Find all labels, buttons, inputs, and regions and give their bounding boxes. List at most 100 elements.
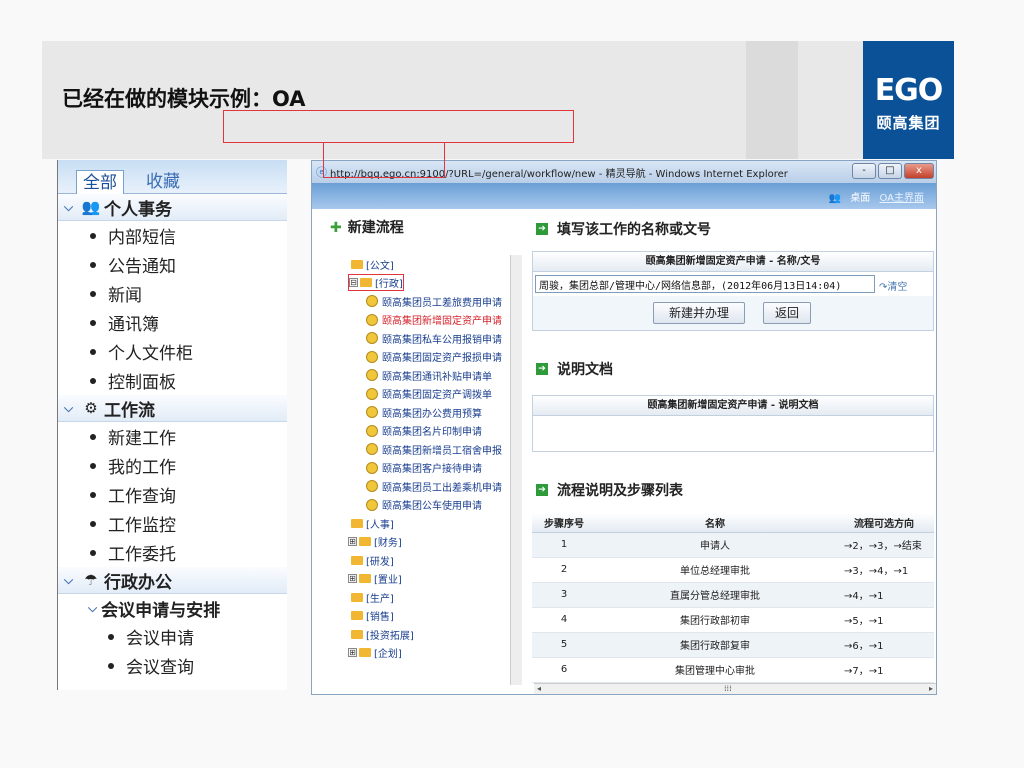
section-admin-office[interactable]: ⌵ ☂ 行政办公	[58, 567, 287, 594]
nav-item-work-query[interactable]: 工作查询	[58, 480, 287, 509]
tree-category[interactable]: [销售]	[340, 607, 524, 626]
workflow-icon	[366, 443, 378, 456]
tree-workflow-item[interactable]: 颐高集团员工出差乘机申请	[340, 477, 524, 496]
close-button[interactable]: x	[904, 163, 934, 179]
maximize-button[interactable]: □	[878, 163, 902, 179]
tree-category[interactable]: [人事]	[340, 514, 524, 533]
tree-node-label: [销售]	[366, 612, 394, 624]
tree-workflow-item[interactable]: 颐高集团新增员工宿舍申报	[340, 440, 524, 459]
scroll-left-icon[interactable]: ◂	[537, 684, 541, 693]
tree-category[interactable]: [公文]	[340, 255, 524, 274]
bullet-icon	[108, 633, 114, 640]
steps-panel: 步骤序号 名称 流程可选方向 1 申请人 →2，→3，→结束 2 单位总经理审批 →3，→…	[532, 513, 934, 683]
tree-node: 颐高集团员工出差乘机申请	[366, 479, 502, 494]
folder-icon	[359, 537, 371, 547]
tree-category[interactable]: ⊟ [行政]	[340, 274, 524, 293]
tree-category[interactable]: [生产]	[340, 588, 524, 607]
tree-node: 颐高集团固定资产报损申请	[366, 349, 502, 364]
tree-workflow-item[interactable]: 颐高集团名片印制申请	[340, 422, 524, 441]
horizontal-scrollbar[interactable]: ◂ ⁞⁞⁞ ▸	[534, 683, 936, 694]
tree-workflow-item[interactable]: 颐高集团私车公用报销申请	[340, 329, 524, 348]
workflow-form: ➔ 填写该工作的名称或文号 颐高集团新增固定资产申请 - 名称/文号 ↷清空 新建…	[524, 209, 936, 694]
nav-item-personal-files[interactable]: 个人文件柜	[58, 337, 287, 366]
scroll-grip-icon: ⁞⁞⁞	[724, 684, 732, 693]
tree-node-label: 颐高集团公车使用申请	[382, 501, 482, 513]
tree-scrollbar[interactable]	[510, 255, 522, 685]
oa-home-link[interactable]: OA主界面	[879, 193, 924, 204]
expand-icon[interactable]: ⊞	[348, 574, 357, 584]
expand-icon[interactable]: ⊞	[348, 537, 357, 547]
tab-all[interactable]: 全部	[76, 170, 124, 194]
tab-favorites[interactable]: 收藏	[140, 170, 186, 194]
tree-node: [销售]	[351, 608, 394, 623]
tree-category[interactable]: ⊞ [企划]	[340, 644, 524, 663]
workflow-icon	[366, 387, 378, 400]
table-row: 6 集团管理中心审批 →7，→1	[532, 657, 934, 683]
create-and-handle-button[interactable]: 新建并办理	[653, 302, 745, 324]
nav-item-new-work[interactable]: 新建工作	[58, 422, 287, 451]
tree-workflow-item[interactable]: 颐高集团员工差旅费用申请	[340, 292, 524, 311]
nav-item-announcements[interactable]: 公告通知	[58, 250, 287, 279]
arrow-right-icon: ➔	[536, 223, 548, 235]
slide-title: 已经在做的模块示例：OA	[62, 87, 306, 111]
nav-item-work-delegate[interactable]: 工作委托	[58, 538, 287, 567]
tree-workflow-item[interactable]: 颐高集团办公费用预算	[340, 403, 524, 422]
nav-item-work-monitor[interactable]: 工作监控	[58, 509, 287, 538]
section-label: 工作流	[104, 400, 155, 421]
nav-item-address-book[interactable]: 通讯簿	[58, 308, 287, 337]
tree-node: 颐高集团员工差旅费用申请	[366, 294, 502, 309]
name-panel: 颐高集团新增固定资产申请 - 名称/文号 ↷清空 新建并办理 返回	[532, 251, 934, 331]
clear-link[interactable]: ↷清空	[879, 278, 907, 293]
workflow-icon	[366, 332, 378, 345]
step-no-cell: 6	[532, 657, 596, 683]
expand-icon[interactable]: ⊞	[348, 648, 357, 658]
highlight-box-name-input	[223, 110, 574, 143]
minimize-button[interactable]: -	[852, 163, 876, 179]
desktop-link[interactable]: 桌面	[850, 193, 870, 204]
tree-category[interactable]: ⊞ [置业]	[340, 570, 524, 589]
tree-workflow-item[interactable]: 颐高集团通讯补贴申请单	[340, 366, 524, 385]
folder-icon	[351, 629, 363, 639]
tree-category[interactable]: ⊞ [财务]	[340, 533, 524, 552]
nav-item-news[interactable]: 新闻	[58, 279, 287, 308]
oa-sidebar: 全部 收藏 ⌵ 👥 个人事务 内部短信 公告通知 新闻 通讯簿 个人文件柜 控制…	[57, 160, 287, 690]
nav-item-meeting-query[interactable]: 会议查询	[58, 651, 287, 680]
work-name-input[interactable]	[535, 275, 875, 293]
tree-node-label: 颐高集团新增员工宿舍申报	[382, 445, 502, 457]
section-personal[interactable]: ⌵ 👥 个人事务	[58, 194, 287, 221]
tree-node: ⊞ [置业]	[348, 571, 402, 586]
tree-node: 颐高集团名片印制申请	[366, 423, 482, 438]
tree-node: 颐高集团客户接待申请	[366, 460, 482, 475]
highlight-box-create-button	[323, 142, 445, 178]
nav-label: 我的工作	[108, 458, 176, 478]
workflow-icon: ⚙	[84, 399, 98, 417]
nav-item-meeting-request[interactable]: 会议申请	[58, 622, 287, 651]
tree-workflow-item[interactable]: 颐高集团固定资产调拨单	[340, 385, 524, 404]
doc-panel-title: 颐高集团新增固定资产申请 - 说明文档	[533, 396, 933, 416]
section-label: 行政办公	[104, 572, 172, 593]
plus-icon: ✚	[330, 220, 342, 236]
tree-workflow-item[interactable]: 颐高集团公车使用申请	[340, 496, 524, 515]
tree-workflow-item[interactable]: 颐高集团新增固定资产申请	[340, 311, 524, 330]
tree-node-label: [置业]	[374, 575, 402, 587]
steps-body: 1 申请人 →2，→3，→结束 2 单位总经理审批 →3，→4，→1 3 直属分管总经理审批 →…	[532, 532, 934, 683]
back-button[interactable]: 返回	[763, 302, 811, 324]
nav-item-my-work[interactable]: 我的工作	[58, 451, 287, 480]
tree-node: [研发]	[351, 553, 394, 568]
bullet-icon	[90, 261, 96, 268]
name-heading: ➔ 填写该工作的名称或文号	[536, 219, 711, 239]
tree-workflow-item[interactable]: 颐高集团客户接待申请	[340, 459, 524, 478]
tree-workflow-item[interactable]: 颐高集团固定资产报损申请	[340, 348, 524, 367]
tree-category[interactable]: [研发]	[340, 551, 524, 570]
chevron-down-icon: ⌵	[64, 572, 74, 587]
tree-node: 颐高集团公车使用申请	[366, 497, 482, 512]
subsection-meetings[interactable]: ⌵ 会议申请与安排	[58, 594, 287, 622]
nav-item-control-panel[interactable]: 控制面板	[58, 366, 287, 395]
section-workflow[interactable]: ⌵ ⚙ 工作流	[58, 395, 287, 422]
nav-item-internal-message[interactable]: 内部短信	[58, 221, 287, 250]
scroll-right-icon[interactable]: ▸	[929, 684, 933, 693]
tree-node-label: 颐高集团固定资产调拨单	[382, 390, 492, 402]
collapse-icon[interactable]: ⊟	[349, 278, 358, 288]
subsection-label: 会议申请与安排	[101, 600, 221, 621]
tree-category[interactable]: [投资拓展]	[340, 625, 524, 644]
